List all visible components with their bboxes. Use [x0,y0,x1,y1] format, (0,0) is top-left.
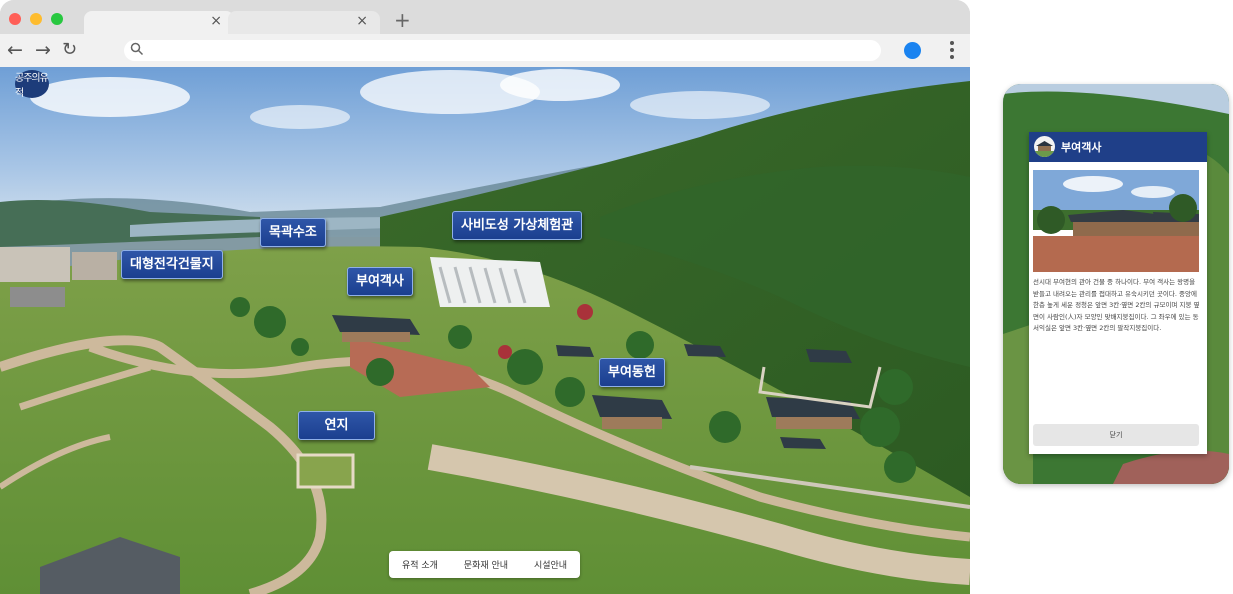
kebab-menu-icon[interactable] [947,40,957,62]
reload-icon[interactable]: ↻ [62,38,77,62]
nav-site-intro[interactable]: 유적 소개 [402,558,438,571]
nav-facility-guide[interactable]: 시설안내 [534,558,567,571]
maximize-window-dot[interactable] [51,13,63,25]
browser-toolbar: ← → ↻ [0,34,970,67]
hotspot-government-office[interactable]: 부여동헌 [599,358,665,387]
hotspot-vr-hall[interactable]: 사비도성 가상체험관 [452,211,583,240]
forward-arrow-icon[interactable]: → [35,38,51,62]
browser-tab[interactable]: × [84,11,234,34]
hotspot-pond[interactable]: 연지 [298,411,375,440]
site-logo[interactable]: 공주의유적 [15,70,49,99]
minimize-window-dot[interactable] [30,13,42,25]
hanok-emblem-icon [1034,136,1055,157]
close-icon[interactable]: × [356,13,368,29]
profile-avatar[interactable] [904,42,921,59]
back-arrow-icon[interactable]: ← [7,38,23,62]
aerial-site-image[interactable] [0,67,970,594]
virtual-tour-viewport[interactable]: 공주의유적 대형전각건물지 목곽수조 사비도성 가상체험관 부여객사 부여동헌 … [0,67,970,594]
bottom-navigation: 유적 소개 문화재 안내 시설안내 [389,551,580,578]
hotspot-guesthouse[interactable]: 부여객사 [347,267,413,296]
popup-description: 선시대 부여현의 관아 건물 중 하나이다. 부여 객사는 왕명을 받들고 내려… [1033,278,1200,332]
search-icon [130,42,144,56]
browser-tab[interactable]: × [228,11,380,34]
browser-window: × × + ← → ↻ 공주의유적 대형전각건물지 목곽수조 사비도성 가상체험… [0,0,970,594]
new-tab-icon[interactable]: + [394,8,411,32]
close-icon[interactable]: × [210,13,222,29]
popup-title: 부여객사 [1061,141,1102,154]
mobile-preview: 부여객사 선시대 부여현의 관아 건물 중 하나이다. 부여 객사는 왕명을 받… [1003,84,1229,484]
close-window-dot[interactable] [9,13,21,25]
info-popup: 부여객사 선시대 부여현의 관아 건물 중 하나이다. 부여 객사는 왕명을 받… [1029,132,1207,454]
popup-header: 부여객사 [1029,132,1207,162]
hotspot-building-site[interactable]: 대형전각건물지 [121,250,223,279]
nav-heritage-guide[interactable]: 문화재 안내 [464,558,508,571]
tab-bar: × × + [0,0,970,34]
address-bar[interactable] [124,40,881,61]
close-button[interactable]: 닫기 [1033,424,1199,446]
hotspot-wooden-water-tank[interactable]: 목곽수조 [260,218,326,247]
guesthouse-photo [1033,170,1199,272]
